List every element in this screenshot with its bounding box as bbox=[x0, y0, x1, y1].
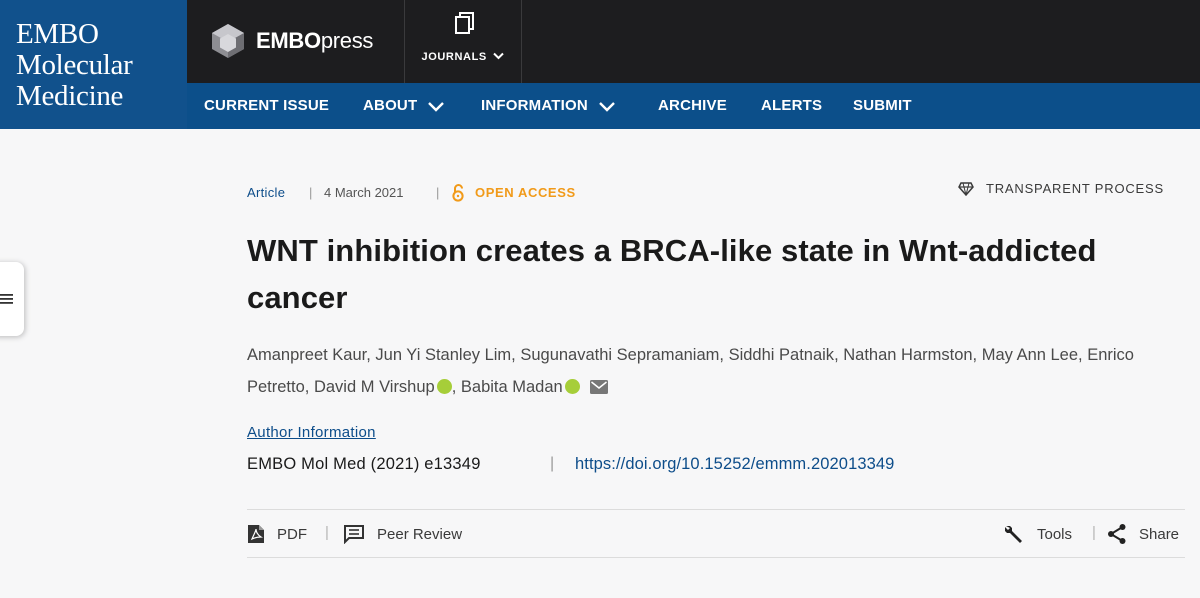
comment-icon bbox=[344, 525, 364, 544]
pdf-button[interactable]: PDF bbox=[247, 524, 307, 544]
share-icon bbox=[1108, 524, 1126, 544]
author-name[interactable]: Babita Madan bbox=[461, 378, 563, 396]
journals-icon bbox=[455, 12, 474, 34]
chevron-down-icon bbox=[493, 52, 505, 60]
diamond-icon bbox=[958, 182, 974, 196]
publisher-name-bold: EMBO bbox=[256, 28, 321, 53]
article-title: WNT inhibition creates a BRCA-like state… bbox=[247, 233, 1097, 315]
nav-submit[interactable]: SUBMIT bbox=[853, 83, 912, 129]
orcid-icon[interactable] bbox=[436, 379, 452, 394]
nav-current-issue[interactable]: CURRENT ISSUE bbox=[204, 83, 329, 129]
pdf-icon bbox=[248, 525, 264, 543]
journal-name-line: EMBO bbox=[16, 18, 99, 50]
publication-date: 4 March 2021 bbox=[324, 185, 404, 200]
separator: | bbox=[436, 185, 440, 200]
publisher-name-light: press bbox=[320, 28, 374, 53]
nav-about[interactable]: ABOUT bbox=[363, 83, 445, 129]
citation: EMBO Mol Med (2021) e13349 bbox=[247, 455, 481, 473]
nav-information[interactable]: INFORMATION bbox=[481, 83, 616, 129]
transparent-process-link[interactable]: TRANSPARENT PROCESS bbox=[958, 181, 1164, 197]
share-button[interactable]: Share bbox=[1107, 524, 1179, 544]
wrench-icon bbox=[1005, 526, 1022, 543]
author-information-link[interactable]: Author Information bbox=[247, 424, 376, 441]
divider bbox=[247, 509, 1185, 510]
author-name[interactable]: Nathan Harmston bbox=[843, 346, 972, 364]
separator: | bbox=[550, 455, 555, 472]
menu-icon bbox=[0, 294, 13, 304]
open-lock-icon bbox=[452, 184, 464, 202]
author-name[interactable]: Amanpreet Kaur bbox=[247, 346, 366, 364]
nav-archive[interactable]: ARCHIVE bbox=[658, 83, 727, 129]
author-name[interactable]: Jun Yi Stanley Lim bbox=[375, 346, 511, 364]
author-name[interactable]: Sugunavathi Sepramaniam bbox=[520, 346, 719, 364]
author-name[interactable]: Siddhi Patnaik bbox=[729, 346, 835, 364]
separator: | bbox=[1092, 524, 1096, 541]
chevron-down-icon bbox=[599, 101, 615, 112]
article-type: Article bbox=[247, 185, 286, 200]
tools-button[interactable]: Tools bbox=[1003, 524, 1072, 544]
doi-link[interactable]: https://doi.org/10.15252/emmm.202013349 bbox=[575, 455, 894, 474]
author-name[interactable]: David M Virshup bbox=[314, 378, 435, 396]
open-access-badge: OPEN ACCESS bbox=[451, 184, 576, 202]
journals-label: JOURNALS bbox=[405, 51, 521, 63]
side-menu-toggle[interactable] bbox=[0, 262, 24, 336]
email-icon[interactable] bbox=[589, 380, 608, 394]
divider bbox=[247, 557, 1185, 558]
journal-name-line: Molecular bbox=[16, 49, 133, 81]
embo-cube-icon bbox=[212, 24, 244, 58]
journal-name-line: Medicine bbox=[16, 80, 124, 112]
orcid-icon[interactable] bbox=[564, 379, 580, 394]
journal-logo[interactable]: EMBO Molecular Medicine bbox=[0, 0, 187, 129]
nav-alerts[interactable]: ALERTS bbox=[761, 83, 822, 129]
embo-press-logo[interactable]: EMBO press bbox=[210, 22, 373, 60]
peer-review-button[interactable]: Peer Review bbox=[343, 524, 462, 544]
separator: | bbox=[325, 524, 329, 541]
author-name[interactable]: May Ann Lee bbox=[982, 346, 1078, 364]
author-list: Amanpreet Kaur, Jun Yi Stanley Lim, Sugu… bbox=[247, 346, 1134, 396]
separator: | bbox=[309, 185, 313, 200]
journals-menu[interactable]: JOURNALS bbox=[404, 0, 522, 83]
chevron-down-icon bbox=[428, 101, 445, 112]
